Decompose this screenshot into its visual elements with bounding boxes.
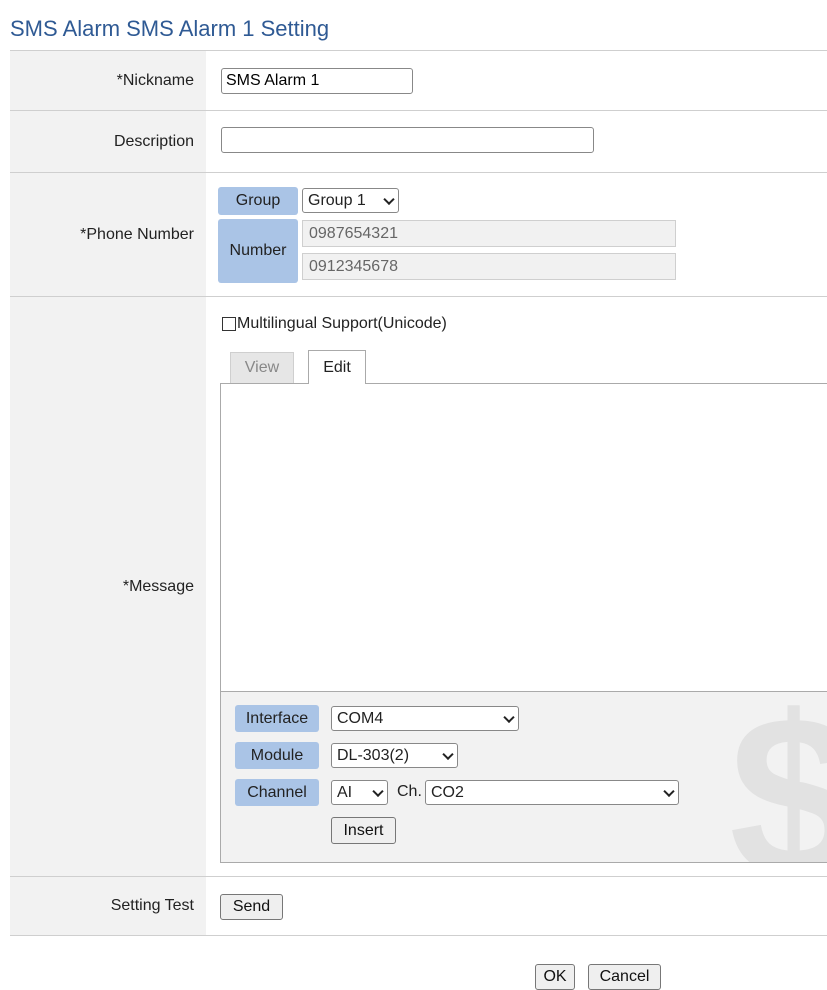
group-select[interactable]: Group 1: [302, 188, 399, 213]
message-label: *Message: [10, 297, 206, 876]
chevron-down-icon: [372, 785, 384, 797]
ch-label: Ch.: [397, 783, 422, 800]
module-select-value: DL-303(2): [337, 746, 410, 764]
phone-number-field-2[interactable]: 0912345678: [302, 253, 676, 280]
channel-select-value: CO2: [431, 783, 464, 801]
message-editor[interactable]: [220, 383, 827, 692]
channel-pill: Channel: [235, 779, 319, 806]
interface-select[interactable]: COM4: [331, 706, 519, 731]
dollar-watermark-icon: $: [729, 692, 827, 862]
description-label: Description: [10, 111, 206, 172]
multilingual-checkbox-wrap[interactable]: Multilingual Support(Unicode): [222, 315, 447, 333]
page-title: SMS Alarm SMS Alarm 1 Setting: [10, 16, 330, 41]
send-button[interactable]: Send: [220, 894, 283, 920]
channel-type-value: AI: [337, 783, 353, 801]
multilingual-checkbox[interactable]: [222, 317, 236, 331]
module-select[interactable]: DL-303(2): [331, 743, 458, 768]
module-pill: Module: [235, 742, 319, 769]
insert-panel: $ Interface COM4 Module DL-303(2) Channe…: [220, 692, 827, 863]
setting-test-label: Setting Test: [10, 877, 206, 935]
tab-view[interactable]: View: [230, 352, 294, 383]
multilingual-label: Multilingual Support(Unicode): [237, 315, 447, 332]
chevron-down-icon: [442, 748, 454, 760]
nickname-input[interactable]: [221, 68, 413, 94]
insert-button[interactable]: Insert: [331, 817, 396, 844]
phone-number-label: *Phone Number: [10, 173, 206, 296]
setting-test-row: Setting Test Send: [10, 877, 827, 936]
phone-number-row: *Phone Number Group Group 1 Number 09876…: [10, 173, 827, 297]
ok-button[interactable]: OK: [535, 964, 575, 990]
group-select-value: Group 1: [308, 191, 366, 209]
chevron-down-icon: [503, 711, 515, 723]
cancel-button[interactable]: Cancel: [588, 964, 661, 990]
interface-select-value: COM4: [337, 709, 384, 727]
nickname-row: *Nickname: [10, 51, 827, 111]
chevron-down-icon: [663, 785, 675, 797]
nickname-label: *Nickname: [10, 51, 206, 110]
group-pill: Group: [218, 187, 298, 215]
tab-edit[interactable]: Edit: [308, 350, 366, 384]
number-pill: Number: [218, 219, 298, 283]
interface-pill: Interface: [235, 705, 319, 732]
description-input[interactable]: [221, 127, 594, 153]
channel-type-select[interactable]: AI: [331, 780, 388, 805]
channel-select[interactable]: CO2: [425, 780, 679, 805]
chevron-down-icon: [383, 193, 395, 205]
message-row: *Message Multilingual Support(Unicode) V…: [10, 297, 827, 877]
description-row: Description: [10, 111, 827, 173]
phone-number-field-1[interactable]: 0987654321: [302, 220, 676, 247]
